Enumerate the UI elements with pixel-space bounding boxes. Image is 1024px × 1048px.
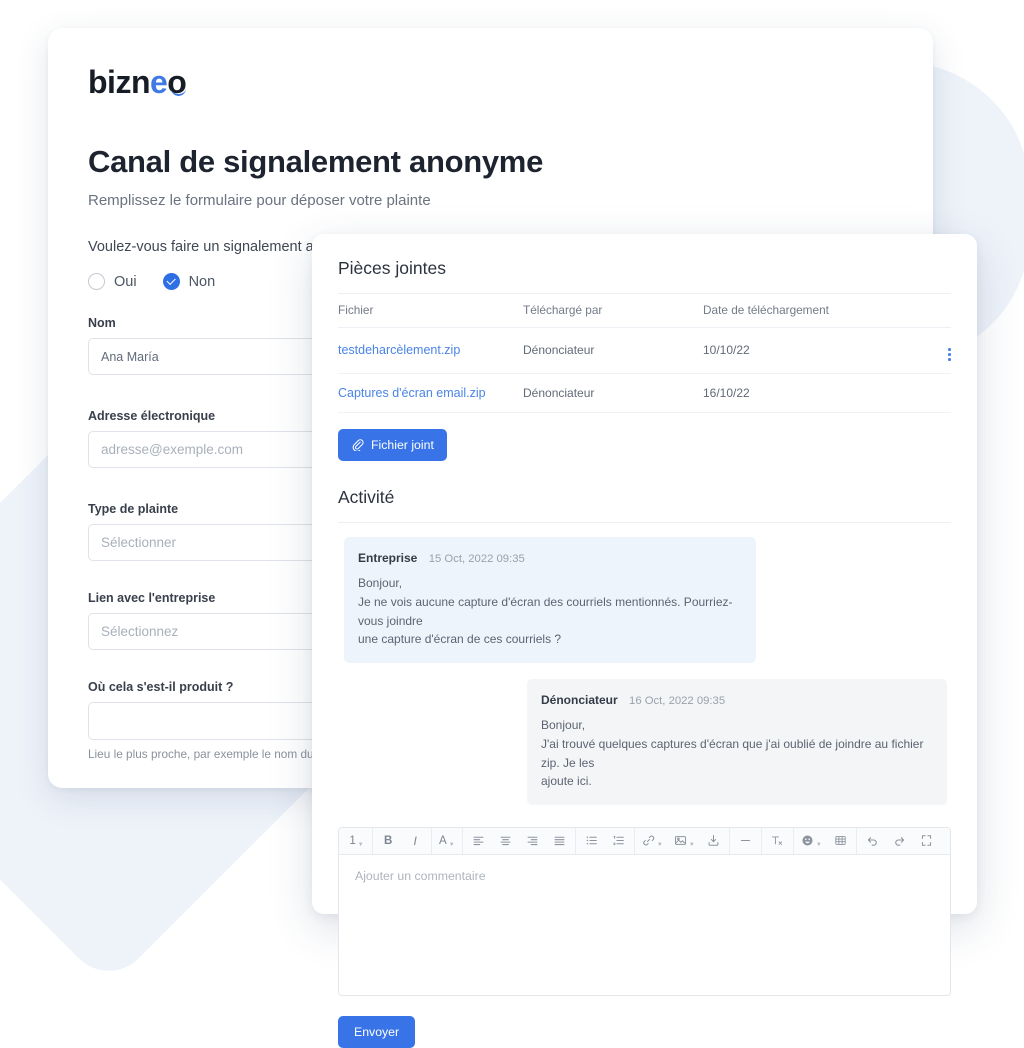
attachment-link[interactable]: testdeharcèlement.zip [338,343,460,357]
numbered-list-button[interactable] [605,828,632,855]
chevron-down-icon: ▼ [688,841,695,848]
link-dropdown[interactable]: ▼ [636,828,668,855]
send-button[interactable]: Envoyer [338,1015,416,1048]
attach-file-button[interactable]: Fichier joint [338,428,447,461]
message-author: Dénonciateur [541,692,618,707]
toolbar-separator [856,827,858,855]
undo-button[interactable] [859,828,886,855]
attach-file-button-label: Fichier joint [371,437,434,452]
paperclip-icon [351,438,364,452]
more-options-icon[interactable] [948,348,951,361]
message-line: ajoute ici. [541,774,592,789]
case-detail-panel: Pièces jointes Fichier Téléchargé par Da… [312,234,977,1048]
editor-toolbar: 1 ▼ B I A ▼ ▼ ▼ ▼ [339,827,950,855]
toolbar-separator [430,827,432,855]
toolbar-separator [729,827,731,855]
cell-uploaded-by: Dénonciateur [523,327,703,374]
table-header-row: Fichier Téléchargé par Date de télécharg… [338,294,951,328]
heading-dropdown[interactable]: 1 ▼ [343,828,370,855]
table-row: Captures d'écran email.zip Dénonciateur … [338,373,951,413]
radio-option-non[interactable]: Non [162,273,216,290]
cell-file-name: testdeharcèlement.zip [338,327,523,374]
table-row: testdeharcèlement.zip Dénonciateur 10/10… [338,327,951,374]
radio-label-oui: Oui [114,273,137,290]
message-line: Je ne vois aucune capture d'écran des co… [358,595,733,628]
heading-level-label: 1 [349,834,356,847]
chevron-down-icon: ▼ [815,841,822,848]
image-dropdown[interactable]: ▼ [668,828,700,855]
toolbar-separator [761,827,762,855]
page-title: Canal de signalement anonyme [88,144,544,179]
cell-upload-date: 10/10/22 [703,327,927,374]
bold-button[interactable]: B [375,828,402,855]
column-header-date: Date de téléchargement [703,294,927,328]
column-header-actions [927,294,951,328]
message-author: Entreprise [358,550,418,565]
column-header-uploaded-by: Téléchargé par [523,294,703,328]
horizontal-rule-button[interactable] [732,828,759,855]
logo-text-part2: e [149,64,168,100]
bold-icon: B [384,834,393,847]
italic-icon: I [413,833,417,848]
message-line: J'ai trouvé quelques captures d'écran qu… [541,736,927,770]
message-line: une capture d'écran de ces courriels ? [358,632,562,647]
cell-row-actions [927,373,951,413]
chevron-down-icon: ▼ [357,841,364,848]
message-body: Bonjour, J'ai trouvé quelques captures d… [541,716,933,790]
redo-button[interactable] [886,828,913,855]
radio-unchecked-icon[interactable] [88,273,105,290]
activity-title: Activité [338,486,395,507]
cell-row-actions [927,327,951,374]
toolbar-separator [372,827,373,855]
toolbar-separator [792,827,794,855]
radio-label-non: Non [188,273,216,290]
activity-divider [338,521,951,523]
upload-button[interactable] [700,828,727,855]
attachment-link[interactable]: Captures d'écran email.zip [338,386,486,400]
bullet-list-button[interactable] [578,828,605,855]
attachments-table: Fichier Téléchargé par Date de télécharg… [338,294,951,413]
chevron-down-icon: ▼ [448,841,455,848]
clear-format-button[interactable] [764,828,791,855]
comment-editor: 1 ▼ B I A ▼ ▼ ▼ ▼ Ajouter un commentaire [338,826,951,996]
attachments-title: Pièces jointes [338,258,446,278]
toolbar-separator [633,827,635,855]
align-center-button[interactable] [492,828,519,855]
emoji-dropdown[interactable]: ▼ [795,828,827,855]
message-line: Bonjour, [358,576,403,591]
message-body: Bonjour, Je ne vois aucune capture d'écr… [358,574,742,648]
radio-checked-icon[interactable] [162,273,180,290]
align-right-button[interactable] [519,828,546,855]
activity-message-company: Entreprise 15 Oct, 2022 09:35 Bonjour, J… [344,536,756,663]
align-left-button[interactable] [465,828,492,855]
italic-button[interactable]: I [402,828,429,855]
message-header: Dénonciateur 16 Oct, 2022 09:35 [541,691,933,711]
message-line: Bonjour, [541,718,586,733]
comment-input[interactable]: Ajouter un commentaire [339,854,950,995]
radio-option-oui[interactable]: Oui [88,273,137,290]
message-timestamp: 15 Oct, 2022 09:35 [428,552,525,565]
toolbar-separator [575,827,576,855]
activity-message-reporter: Dénonciateur 16 Oct, 2022 09:35 Bonjour,… [527,678,947,805]
column-header-file: Fichier [338,294,523,328]
message-timestamp: 16 Oct, 2022 09:35 [629,694,726,707]
cell-file-name: Captures d'écran email.zip [338,373,523,413]
bizneo-logo: bizneo [88,64,187,100]
page-subtitle: Remplissez le formulaire pour déposer vo… [88,192,431,209]
logo-text-part1: bizn [88,64,150,100]
screenshot-stage: bizneo Canal de signalement anonyme Remp… [0,0,1024,1048]
table-button[interactable] [827,828,854,855]
fullscreen-button[interactable] [913,828,940,855]
text-color-dropdown[interactable]: A ▼ [433,828,460,855]
cell-uploaded-by: Dénonciateur [523,373,703,413]
align-justify-button[interactable] [546,828,573,855]
toolbar-separator [462,827,464,855]
message-header: Entreprise 15 Oct, 2022 09:35 [358,549,742,569]
text-color-icon: A [439,834,447,847]
cell-upload-date: 16/10/22 [703,373,927,413]
chevron-down-icon: ▼ [656,841,663,848]
